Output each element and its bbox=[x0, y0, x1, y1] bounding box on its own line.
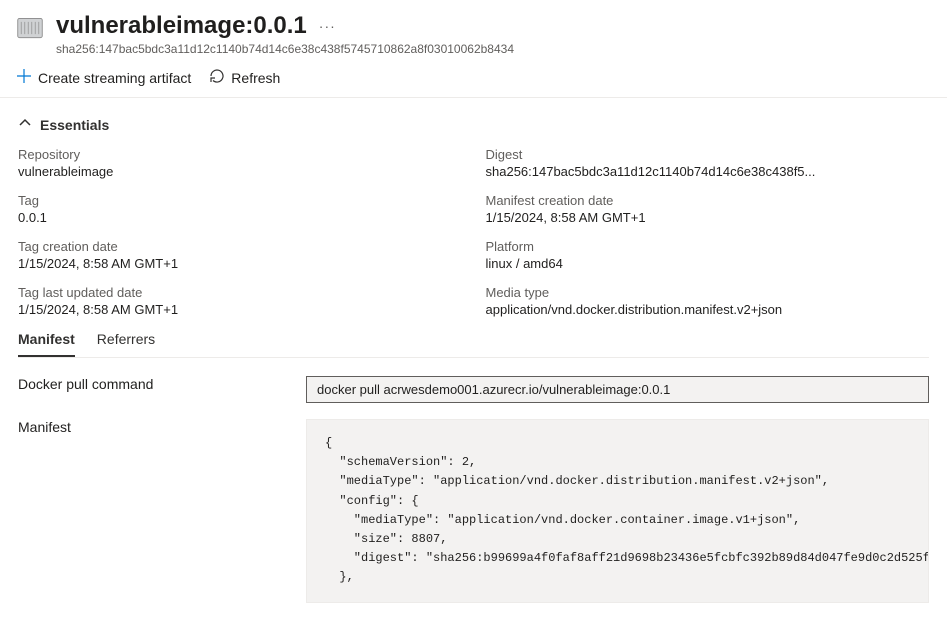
docker-pull-label: Docker pull command bbox=[18, 376, 288, 392]
media-type-value: application/vnd.docker.distribution.mani… bbox=[486, 302, 930, 317]
digest-value: sha256:147bac5bdc3a11d12c1140b74d14c6e38… bbox=[486, 164, 930, 179]
essentials-heading: Essentials bbox=[40, 117, 109, 133]
digest-label: Digest bbox=[486, 147, 930, 162]
page-header: vulnerableimage:0.0.1 ··· sha256:147bac5… bbox=[0, 0, 947, 62]
repository-value: vulnerableimage bbox=[18, 164, 462, 179]
media-type-label: Media type bbox=[486, 285, 930, 300]
tab-manifest[interactable]: Manifest bbox=[18, 331, 75, 357]
tag-last-updated-value: 1/15/2024, 8:58 AM GMT+1 bbox=[18, 302, 462, 317]
container-image-icon bbox=[16, 14, 44, 42]
chevron-up-icon bbox=[18, 116, 32, 133]
manifest-details: Docker pull command Manifest { "schemaVe… bbox=[18, 376, 929, 603]
manifest-label: Manifest bbox=[18, 419, 288, 435]
refresh-label: Refresh bbox=[231, 70, 280, 86]
platform-value: linux / amd64 bbox=[486, 256, 930, 271]
manifest-json-view: { "schemaVersion": 2, "mediaType": "appl… bbox=[306, 419, 929, 603]
refresh-icon bbox=[209, 68, 225, 87]
create-label: Create streaming artifact bbox=[38, 70, 191, 86]
manifest-creation-date-label: Manifest creation date bbox=[486, 193, 930, 208]
create-streaming-artifact-button[interactable]: Create streaming artifact bbox=[16, 68, 191, 87]
docker-pull-input[interactable] bbox=[306, 376, 929, 403]
tag-creation-date-value: 1/15/2024, 8:58 AM GMT+1 bbox=[18, 256, 462, 271]
manifest-creation-date-value: 1/15/2024, 8:58 AM GMT+1 bbox=[486, 210, 930, 225]
tag-label: Tag bbox=[18, 193, 462, 208]
platform-label: Platform bbox=[486, 239, 930, 254]
tag-last-updated-label: Tag last updated date bbox=[18, 285, 462, 300]
more-options-button[interactable]: ··· bbox=[319, 18, 336, 34]
plus-icon bbox=[16, 68, 32, 87]
refresh-button[interactable]: Refresh bbox=[209, 68, 280, 87]
tab-referrers[interactable]: Referrers bbox=[97, 331, 155, 357]
digest-subtitle: sha256:147bac5bdc3a11d12c1140b74d14c6e38… bbox=[56, 42, 931, 56]
page-title: vulnerableimage:0.0.1 bbox=[56, 12, 307, 40]
command-bar: Create streaming artifact Refresh bbox=[0, 62, 947, 98]
tag-creation-date-label: Tag creation date bbox=[18, 239, 462, 254]
tag-value: 0.0.1 bbox=[18, 210, 462, 225]
tabs: Manifest Referrers bbox=[18, 331, 929, 358]
essentials-toggle[interactable]: Essentials bbox=[18, 116, 929, 133]
repository-label: Repository bbox=[18, 147, 462, 162]
essentials-grid: Repository vulnerableimage Digest sha256… bbox=[18, 147, 929, 317]
